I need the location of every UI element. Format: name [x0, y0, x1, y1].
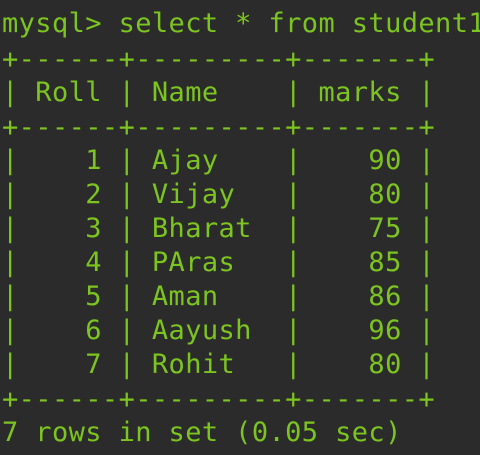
table-row: | 5 | Aman | 86 |: [2, 281, 436, 312]
sql-prompt-line: mysql> select * from student1;: [2, 8, 480, 39]
table-row: | 7 | Rohit | 80 |: [2, 349, 436, 380]
table-border-middle: +------+---------+-------+: [2, 112, 436, 143]
table-border-bottom: +------+---------+-------+: [2, 384, 436, 415]
table-row: | 3 | Bharat | 75 |: [2, 213, 436, 244]
table-row: | 2 | Vijay | 80 |: [2, 179, 436, 210]
table-row: | 4 | PAras | 85 |: [2, 247, 436, 278]
table-border-top: +------+---------+-------+: [2, 44, 436, 75]
table-header-row: | Roll | Name | marks |: [2, 77, 436, 108]
query-status-line: 7 rows in set (0.05 sec): [2, 417, 402, 448]
table-row: | 1 | Ajay | 90 |: [2, 145, 436, 176]
table-row: | 6 | Aayush | 96 |: [2, 315, 436, 346]
terminal-window[interactable]: mysql> select * from student1; +------+-…: [0, 0, 480, 455]
